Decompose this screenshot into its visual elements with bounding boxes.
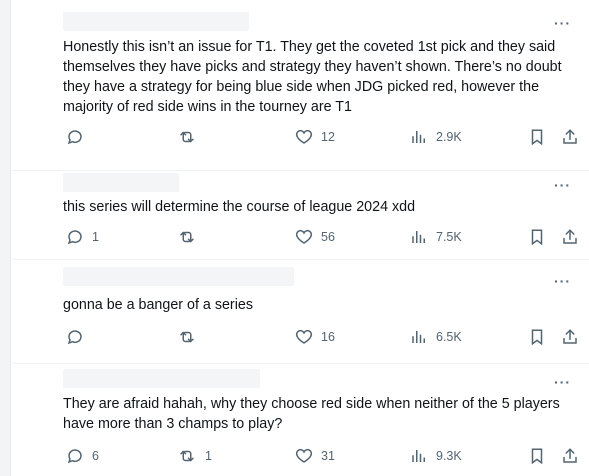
views-icon: [410, 228, 428, 246]
like-count: 56: [321, 230, 335, 244]
bookmark-icon: [528, 228, 546, 246]
username-redacted[interactable]: [63, 369, 260, 388]
reply-card[interactable]: ··· this series will determine the cours…: [10, 170, 589, 260]
action-bar: 6 1 31 9.3K: [63, 447, 583, 467]
action-bar: 12 2.9K: [63, 128, 583, 148]
views-count: 7.5K: [436, 230, 462, 244]
username-redacted[interactable]: [63, 267, 294, 286]
views-button[interactable]: 6.5K: [410, 328, 462, 346]
bookmark-button[interactable]: [528, 128, 546, 146]
reply-button[interactable]: [66, 328, 92, 346]
views-icon: [410, 328, 428, 346]
reply-icon: [66, 447, 84, 465]
views-button[interactable]: 7.5K: [410, 228, 462, 246]
reply-card[interactable]: ··· gonna be a banger of a series 16 6.5K: [10, 259, 589, 364]
like-icon: [295, 447, 313, 465]
reply-icon: [66, 328, 84, 346]
reply-text: Honestly this isn’t an issue for T1. The…: [63, 39, 562, 115]
bookmark-icon: [528, 447, 546, 465]
repost-button[interactable]: [177, 228, 205, 246]
repost-button[interactable]: [177, 128, 205, 146]
reply-icon: [66, 128, 84, 146]
reply-text: They are afraid hahah, why they choose r…: [63, 396, 560, 432]
username-redacted[interactable]: [63, 12, 249, 31]
reply-button[interactable]: [66, 128, 92, 146]
views-icon: [410, 447, 428, 465]
like-button[interactable]: 16: [295, 328, 335, 346]
like-button[interactable]: 31: [295, 447, 335, 465]
views-button[interactable]: 9.3K: [410, 447, 462, 465]
reply-card[interactable]: ··· They are afraid hahah, why they choo…: [10, 363, 589, 476]
share-button[interactable]: [561, 328, 579, 346]
more-options-button[interactable]: ···: [554, 16, 571, 30]
bookmark-button[interactable]: [528, 328, 546, 346]
reply-text: this series will determine the course of…: [63, 199, 416, 215]
reply-card[interactable]: ··· Honestly this isn’t an issue for T1.…: [10, 0, 589, 171]
bookmark-icon: [528, 328, 546, 346]
repost-count: 1: [205, 449, 212, 463]
more-options-button[interactable]: ···: [554, 274, 571, 288]
reply-button[interactable]: 6: [66, 447, 99, 465]
reply-count: 1: [92, 230, 99, 244]
share-icon: [561, 328, 579, 346]
share-icon: [561, 228, 579, 246]
like-button[interactable]: 12: [295, 128, 335, 146]
share-icon: [561, 447, 579, 465]
repost-icon: [177, 328, 197, 346]
like-icon: [295, 328, 313, 346]
views-count: 2.9K: [436, 130, 462, 144]
repost-icon: [177, 228, 197, 246]
like-count: 16: [321, 330, 335, 344]
views-count: 6.5K: [436, 330, 462, 344]
share-button[interactable]: [561, 447, 579, 465]
share-button[interactable]: [561, 128, 579, 146]
views-count: 9.3K: [436, 449, 462, 463]
like-count: 12: [321, 130, 335, 144]
views-button[interactable]: 2.9K: [410, 128, 462, 146]
bookmark-icon: [528, 128, 546, 146]
more-options-button[interactable]: ···: [554, 178, 571, 192]
repost-button[interactable]: [177, 328, 205, 346]
like-button[interactable]: 56: [295, 228, 335, 246]
reply-icon: [66, 228, 84, 246]
like-icon: [295, 128, 313, 146]
views-icon: [410, 128, 428, 146]
username-redacted[interactable]: [63, 173, 179, 192]
reply-button[interactable]: 1: [66, 228, 99, 246]
like-icon: [295, 228, 313, 246]
bookmark-button[interactable]: [528, 228, 546, 246]
action-bar: 16 6.5K: [63, 328, 583, 348]
action-bar: 1 56 7.5K: [63, 228, 583, 248]
repost-icon: [177, 447, 197, 465]
share-icon: [561, 128, 579, 146]
like-count: 31: [321, 449, 335, 463]
share-button[interactable]: [561, 228, 579, 246]
repost-icon: [177, 128, 197, 146]
reply-text: gonna be a banger of a series: [63, 297, 253, 313]
more-options-button[interactable]: ···: [554, 375, 571, 389]
reply-count: 6: [92, 449, 99, 463]
repost-button[interactable]: 1: [177, 447, 212, 465]
bookmark-button[interactable]: [528, 447, 546, 465]
